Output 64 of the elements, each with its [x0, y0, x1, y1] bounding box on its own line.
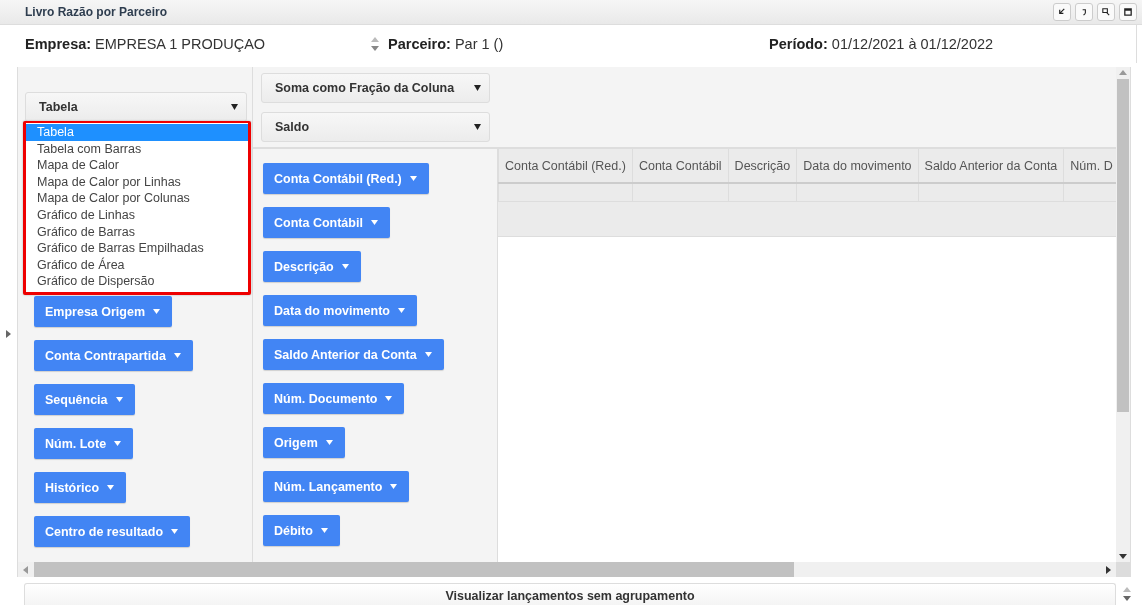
filter-text: Parceiro: Par 1 () [388, 36, 504, 52]
attribute-button[interactable]: Conta Contábil [263, 207, 390, 238]
minimize-icon[interactable] [1053, 3, 1071, 21]
column-header: Conta Contábil (Red.) [498, 149, 633, 183]
filter-text: Empresa: EMPRESA 1 PRODUÇAO [25, 36, 266, 52]
dropdown-option[interactable]: Gráfico de Barras [26, 223, 248, 241]
column-header: Descrição [728, 149, 797, 183]
caret-icon [320, 528, 328, 533]
attribute-button[interactable]: Origem [263, 427, 345, 458]
caret-icon [474, 85, 481, 91]
maximize-icon[interactable] [1119, 3, 1137, 21]
window-title: Livro Razão por Parceiro [25, 5, 168, 19]
attribute-button[interactable]: Núm. Lançamento [263, 471, 410, 502]
aggregator-dropdown[interactable]: Soma como Fração da Coluna [261, 73, 490, 103]
dropdown-option[interactable]: Gráfico de Barras Empilhadas [26, 240, 248, 257]
filter-text: Período: 01/12/2021 à 01/12/2022 [769, 36, 994, 52]
column-header: Núm. D [1063, 149, 1116, 183]
expand-icon[interactable] [6, 330, 11, 338]
view-entries-button[interactable]: Visualizar lançamentos sem agrupamento [24, 583, 1116, 605]
caret-icon [153, 309, 161, 314]
column-header: Conta Contábil [632, 149, 729, 183]
dropdown-option[interactable]: Mapa de Calor [26, 157, 248, 174]
caret-icon [409, 176, 417, 181]
attribute-button[interactable]: Descrição [263, 251, 361, 282]
dropdown-option[interactable]: Mapa de Calor por Colunas [26, 190, 248, 207]
dropdown-option[interactable]: Gráfico de Dispersão [26, 273, 248, 290]
dropdown-option[interactable]: Mapa de Calor por Linhas [26, 173, 248, 191]
caret-icon [398, 308, 405, 313]
horizontal-scrollbar[interactable] [18, 562, 1116, 577]
vertical-scrollbar[interactable] [1116, 67, 1130, 562]
attribute-button[interactable]: Conta Contábil (Red.) [263, 163, 429, 194]
caret-icon [390, 484, 398, 489]
caret-icon [107, 485, 115, 490]
caret-icon [325, 440, 333, 445]
scroll-down-icon[interactable] [1119, 554, 1127, 559]
dropdown-option[interactable]: Gráfico de Linhas [26, 206, 248, 224]
attribute-button[interactable]: Núm. Documento [263, 383, 405, 414]
caret-icon [341, 264, 349, 269]
caret-icon [173, 353, 181, 358]
caret-icon [385, 396, 393, 401]
caret-icon [114, 441, 122, 446]
dropdown-option[interactable]: Tabela com Barras [26, 140, 248, 158]
caret-icon [474, 124, 481, 130]
dropdown-option[interactable]: Tabela [26, 124, 248, 141]
renderer-dropdown[interactable]: Tabela [25, 92, 247, 122]
caret-icon [171, 529, 179, 534]
caret-icon [231, 104, 238, 110]
dropdown-option[interactable]: Gráfico de Área [26, 256, 248, 274]
column-header: Data do movimento [796, 149, 919, 183]
attribute-button[interactable]: Histórico [34, 472, 127, 503]
attribute-button[interactable]: Saldo Anterior da Conta [263, 339, 444, 370]
attribute-button[interactable]: Centro de resultado [34, 516, 191, 547]
attribute-button[interactable]: Sequência [34, 384, 135, 415]
column-header: Saldo Anterior da Conta [918, 149, 1064, 183]
caret-icon [424, 352, 432, 357]
attribute-button[interactable]: Conta Contrapartida [34, 340, 193, 371]
attribute-button[interactable]: Empresa Origem [34, 296, 173, 327]
attribute-button[interactable]: Núm. Lote [34, 428, 134, 459]
caret-icon [115, 397, 123, 402]
scroll-right-icon[interactable] [1106, 565, 1111, 574]
attribute-dropdown[interactable]: Saldo [261, 112, 490, 142]
attribute-button[interactable]: Data do movimento [263, 295, 417, 326]
caret-icon [370, 220, 378, 225]
attribute-button[interactable]: Débito [263, 515, 340, 546]
